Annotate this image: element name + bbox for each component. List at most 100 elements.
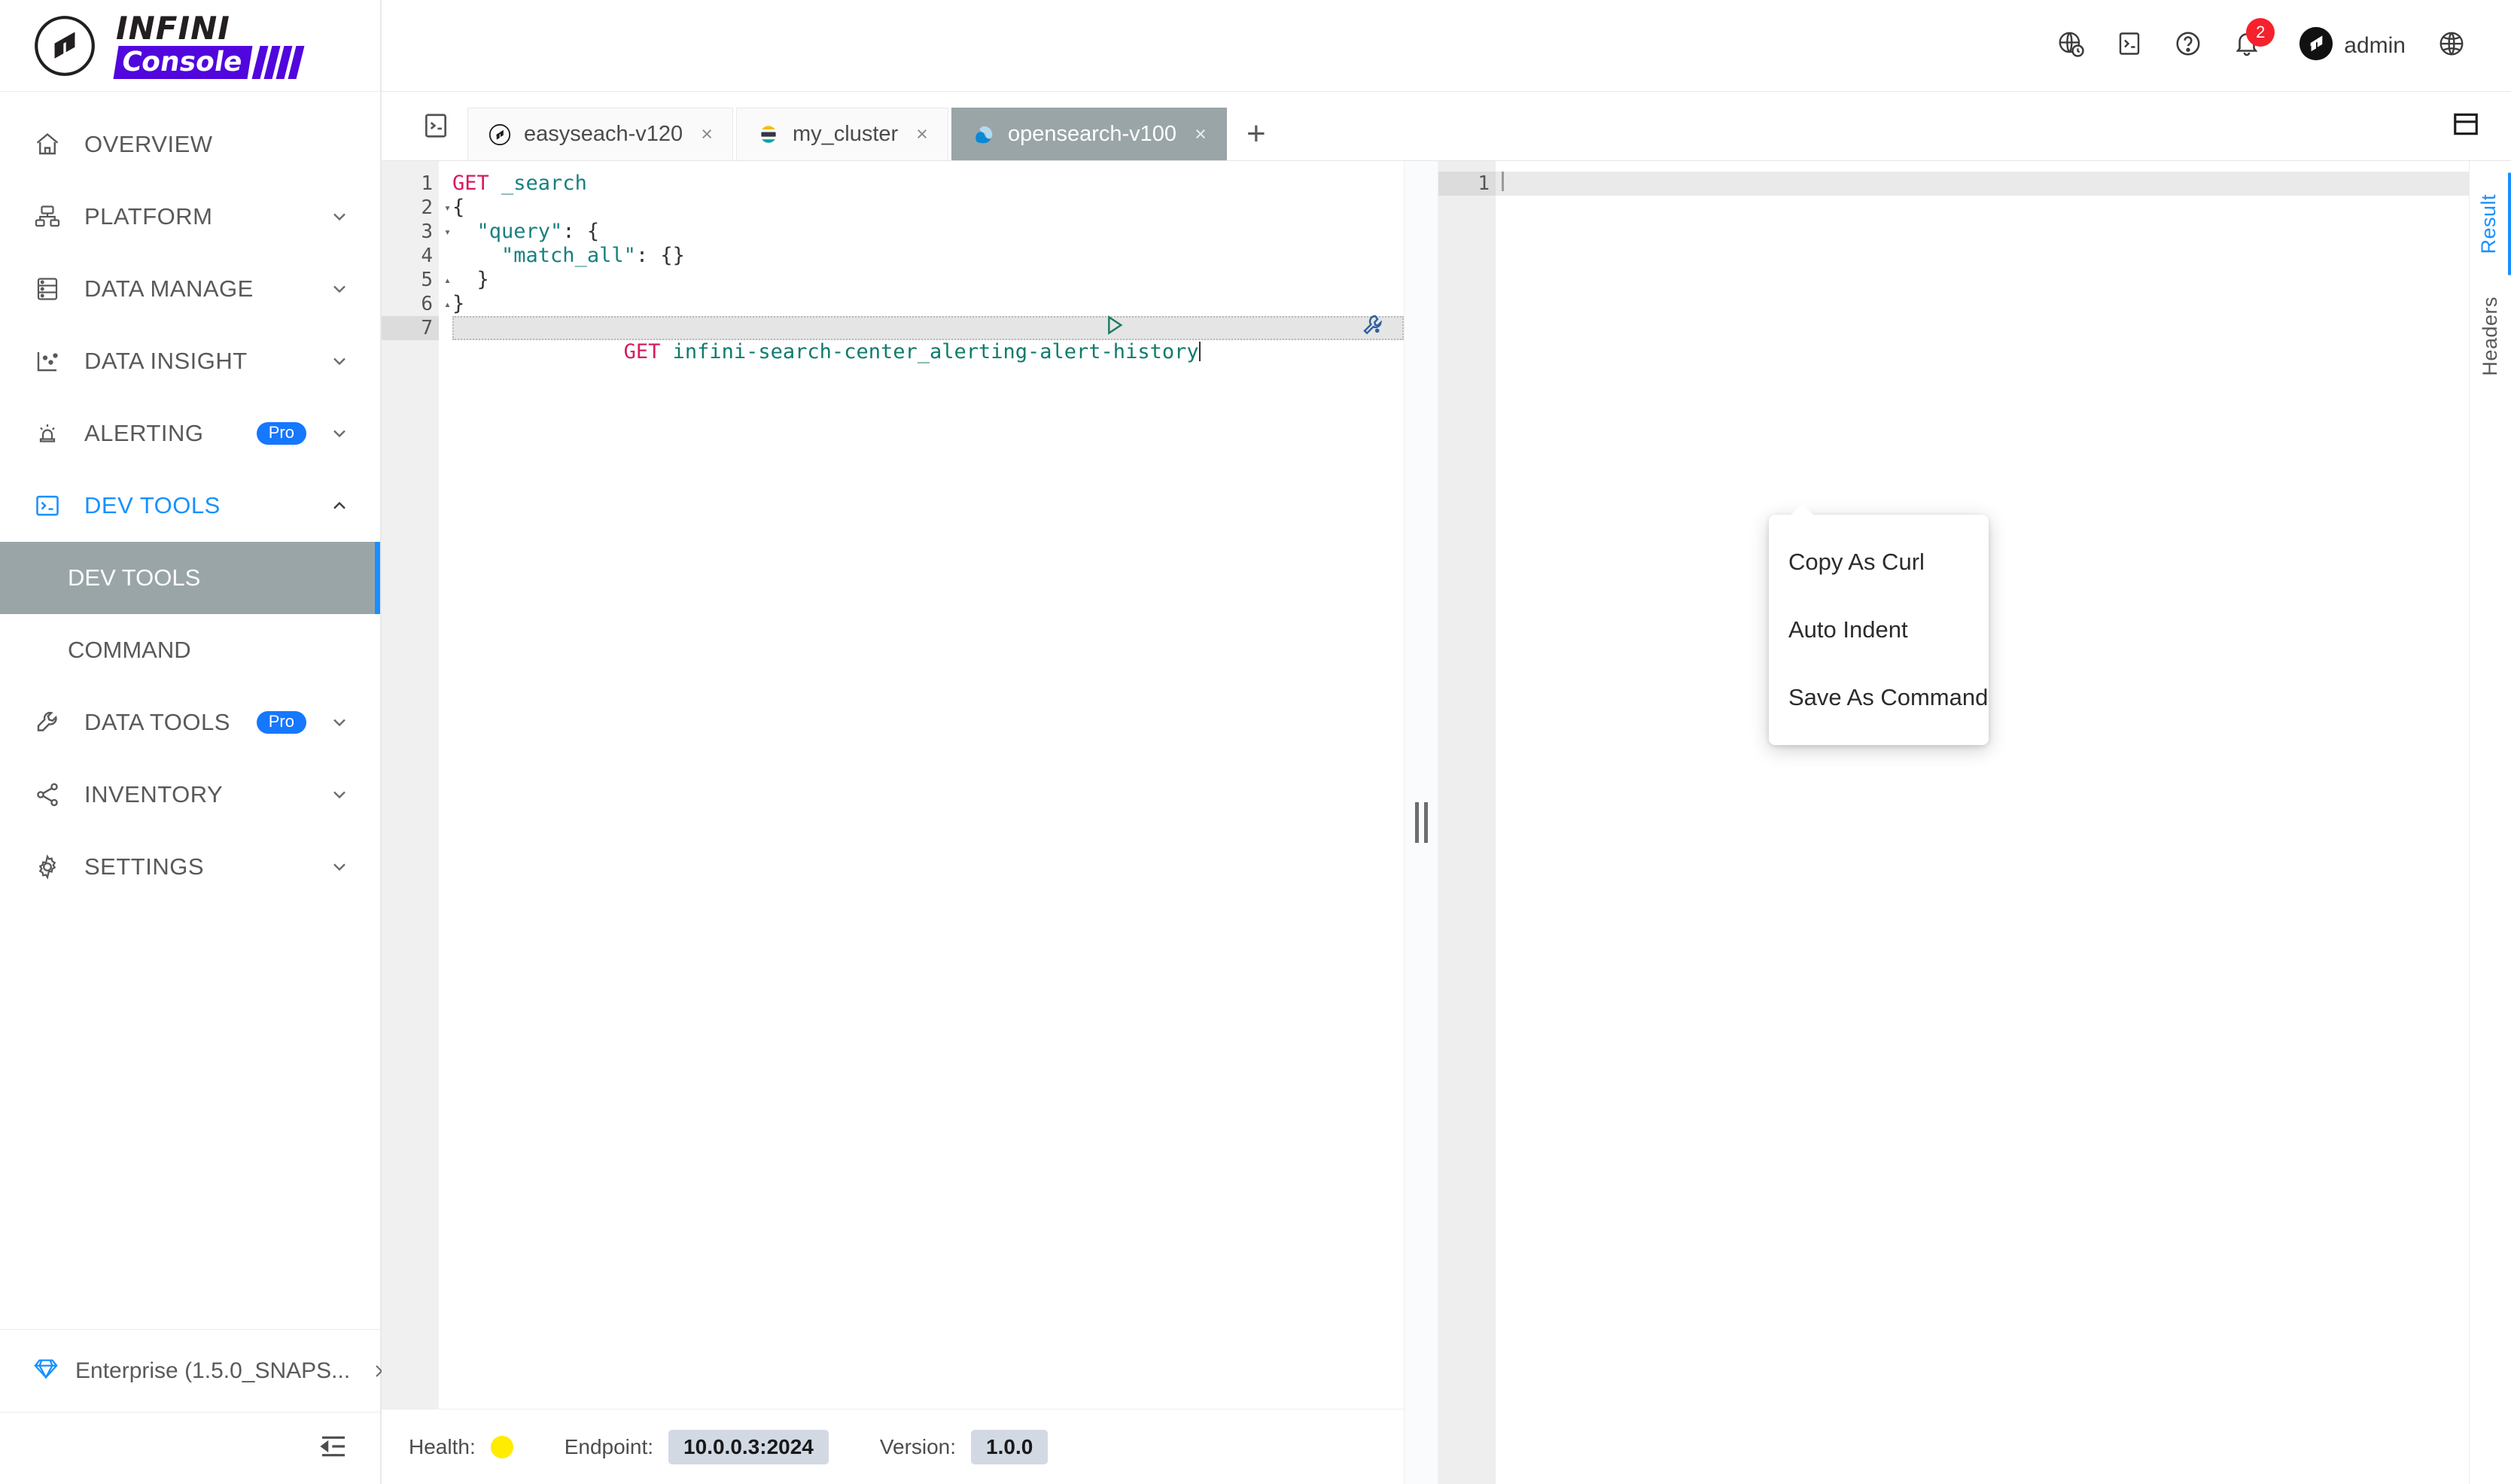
language-button[interactable] (2422, 17, 2481, 75)
editor-context-menu: Copy As Curl Auto Indent Save As Command (1769, 504, 1989, 745)
sidebar-item-alerting[interactable]: ALERTING Pro (0, 397, 380, 470)
menu-item-auto-indent[interactable]: Auto Indent (1769, 596, 1989, 664)
run-play-icon[interactable] (882, 289, 1127, 367)
console-terminal-icon[interactable] (404, 91, 467, 160)
chevron-down-icon[interactable] (329, 206, 350, 227)
drag-handle-icon (1414, 802, 1428, 843)
result-editor[interactable]: 1 (1438, 161, 2469, 1484)
notifications-button[interactable]: 2 (2217, 17, 2276, 75)
request-editor[interactable]: 1 2 ▾ 3 ▾ 4 5 ▴ 6 ▴ 7 GET _search { "query":… (382, 161, 1404, 1409)
code-token: "match_all" (501, 244, 636, 267)
sidebar-item-overview[interactable]: OVERVIEW (0, 108, 380, 181)
split-layout-icon (2452, 110, 2480, 142)
request-pane: 1 2 ▾ 3 ▾ 4 5 ▴ 6 ▴ 7 GET _search { "query":… (382, 161, 1404, 1484)
user-menu[interactable]: admin (2276, 26, 2422, 65)
sidebar-item-label: ALERTING (84, 420, 204, 446)
code-line: "match_all": {} (452, 244, 1404, 268)
editor-code[interactable]: GET _search { "query": { "match_all": {}… (439, 161, 1404, 1409)
code-token: } (452, 292, 465, 315)
chevron-down-icon[interactable] (329, 423, 350, 444)
code-token: { (452, 196, 465, 219)
chevron-down-icon[interactable] (329, 856, 350, 877)
split-layout-button[interactable] (2443, 103, 2488, 148)
main-area: 2 admin easyseach-v120 × my_cluster × op… (382, 0, 2511, 1484)
code-token: "query" (476, 220, 563, 243)
collapse-sidebar-icon (318, 1431, 348, 1465)
notification-badge: 2 (2246, 17, 2275, 47)
brand-logo[interactable]: INFINI Console (0, 0, 380, 92)
license-info[interactable]: Enterprise (1.5.0_SNAPS... (0, 1329, 383, 1412)
line-number: 1 (1438, 172, 1496, 196)
sidebar-subitem-dev-tools[interactable]: DEV TOOLS (0, 542, 380, 614)
tab-label: my_cluster (792, 122, 899, 146)
close-icon[interactable]: × (1195, 124, 1207, 144)
license-label: Enterprise (1.5.0_SNAPS... (75, 1358, 351, 1383)
sidebar-item-label: SETTINGS (84, 853, 205, 880)
tab-result[interactable]: Result (2469, 173, 2511, 275)
app-root: INFINI Console OVERVIEW PLATFORM DATA MA… (0, 0, 2511, 1484)
sidebar-item-label: DATA TOOLS (84, 709, 230, 735)
brand-name-bottom: Console (113, 45, 253, 79)
line-number: 7 (382, 316, 439, 340)
sidebar-item-data-tools[interactable]: DATA TOOLS Pro (0, 686, 380, 759)
sidebar-item-settings[interactable]: SETTINGS (0, 831, 380, 903)
close-icon[interactable]: × (701, 124, 713, 144)
brand-name-top: INFINI (116, 9, 230, 47)
sidebar-item-dev-tools[interactable]: DEV TOOLS (0, 470, 380, 542)
result-code[interactable] (1496, 161, 2469, 1484)
terminal-icon (2116, 30, 2143, 61)
tab-label: easyseach-v120 (524, 122, 683, 146)
user-name: admin (2344, 32, 2406, 58)
cluster-statusbar: Health: Endpoint: 10.0.0.3:2024 Version:… (382, 1409, 1404, 1484)
chevron-down-icon[interactable] (329, 351, 350, 372)
chevron-up-icon[interactable] (329, 495, 350, 516)
sidebar-item-data-insight[interactable]: DATA INSIGHT (0, 325, 380, 397)
avatar (2299, 26, 2333, 65)
result-side-tabs: Result Headers (2469, 161, 2511, 1484)
sidebar-item-label: PLATFORM (84, 203, 213, 230)
wrench-icon[interactable] (1141, 289, 1386, 367)
globe-clock-icon (2056, 29, 2085, 62)
sidebar-subitem-label: COMMAND (68, 637, 191, 663)
health-status-dot (490, 1435, 513, 1458)
console-button[interactable] (2100, 17, 2159, 75)
health-label: Health: (409, 1434, 476, 1458)
tab-my-cluster[interactable]: my_cluster × (735, 108, 948, 160)
sidebar-item-label: DATA MANAGE (84, 275, 254, 302)
infini-logo-icon (33, 14, 96, 78)
help-button[interactable] (2159, 17, 2217, 75)
editor-gutter: 1 2 ▾ 3 ▾ 4 5 ▴ 6 ▴ 7 (382, 161, 451, 1409)
sidebar-item-inventory[interactable]: INVENTORY (0, 759, 380, 831)
tab-easyseach-v120[interactable]: easyseach-v120 × (467, 108, 733, 160)
sidebar-item-platform[interactable]: PLATFORM (0, 181, 380, 253)
sidebar-subitem-command[interactable]: COMMAND (0, 614, 380, 686)
code-token: GET (623, 340, 661, 363)
collapse-sidebar-button[interactable] (0, 1412, 380, 1484)
brand-slashes-icon (251, 45, 305, 79)
chevron-down-icon[interactable] (329, 784, 350, 805)
sidebar-item-data-manage[interactable]: DATA MANAGE (0, 253, 380, 325)
sidebar-item-label: INVENTORY (84, 781, 224, 807)
sidebar-item-label: OVERVIEW (84, 131, 213, 157)
version-label: Version: (879, 1434, 957, 1458)
timezone-button[interactable] (2041, 17, 2100, 75)
pro-badge: Pro (256, 422, 306, 445)
brand-wordmark: INFINI Console (113, 9, 305, 79)
help-icon (2174, 29, 2202, 62)
text-caret (1502, 172, 1504, 191)
chevron-down-icon[interactable] (329, 712, 350, 733)
alarm-icon (33, 419, 62, 448)
add-tab-button[interactable]: + (1230, 108, 1283, 160)
code-token: GET (452, 172, 489, 195)
opensearch-icon (972, 123, 996, 147)
code-token: : { (562, 220, 600, 243)
pane-resize-handle[interactable] (1404, 161, 1438, 1484)
menu-item-save-as-command[interactable]: Save As Command (1769, 664, 1989, 731)
close-icon[interactable]: × (916, 124, 928, 144)
menu-item-copy-as-curl[interactable]: Copy As Curl (1769, 528, 1989, 596)
chevron-down-icon[interactable] (329, 278, 350, 300)
tab-opensearch-v100[interactable]: opensearch-v100 × (951, 108, 1227, 160)
tab-headers[interactable]: Headers (2471, 275, 2509, 397)
